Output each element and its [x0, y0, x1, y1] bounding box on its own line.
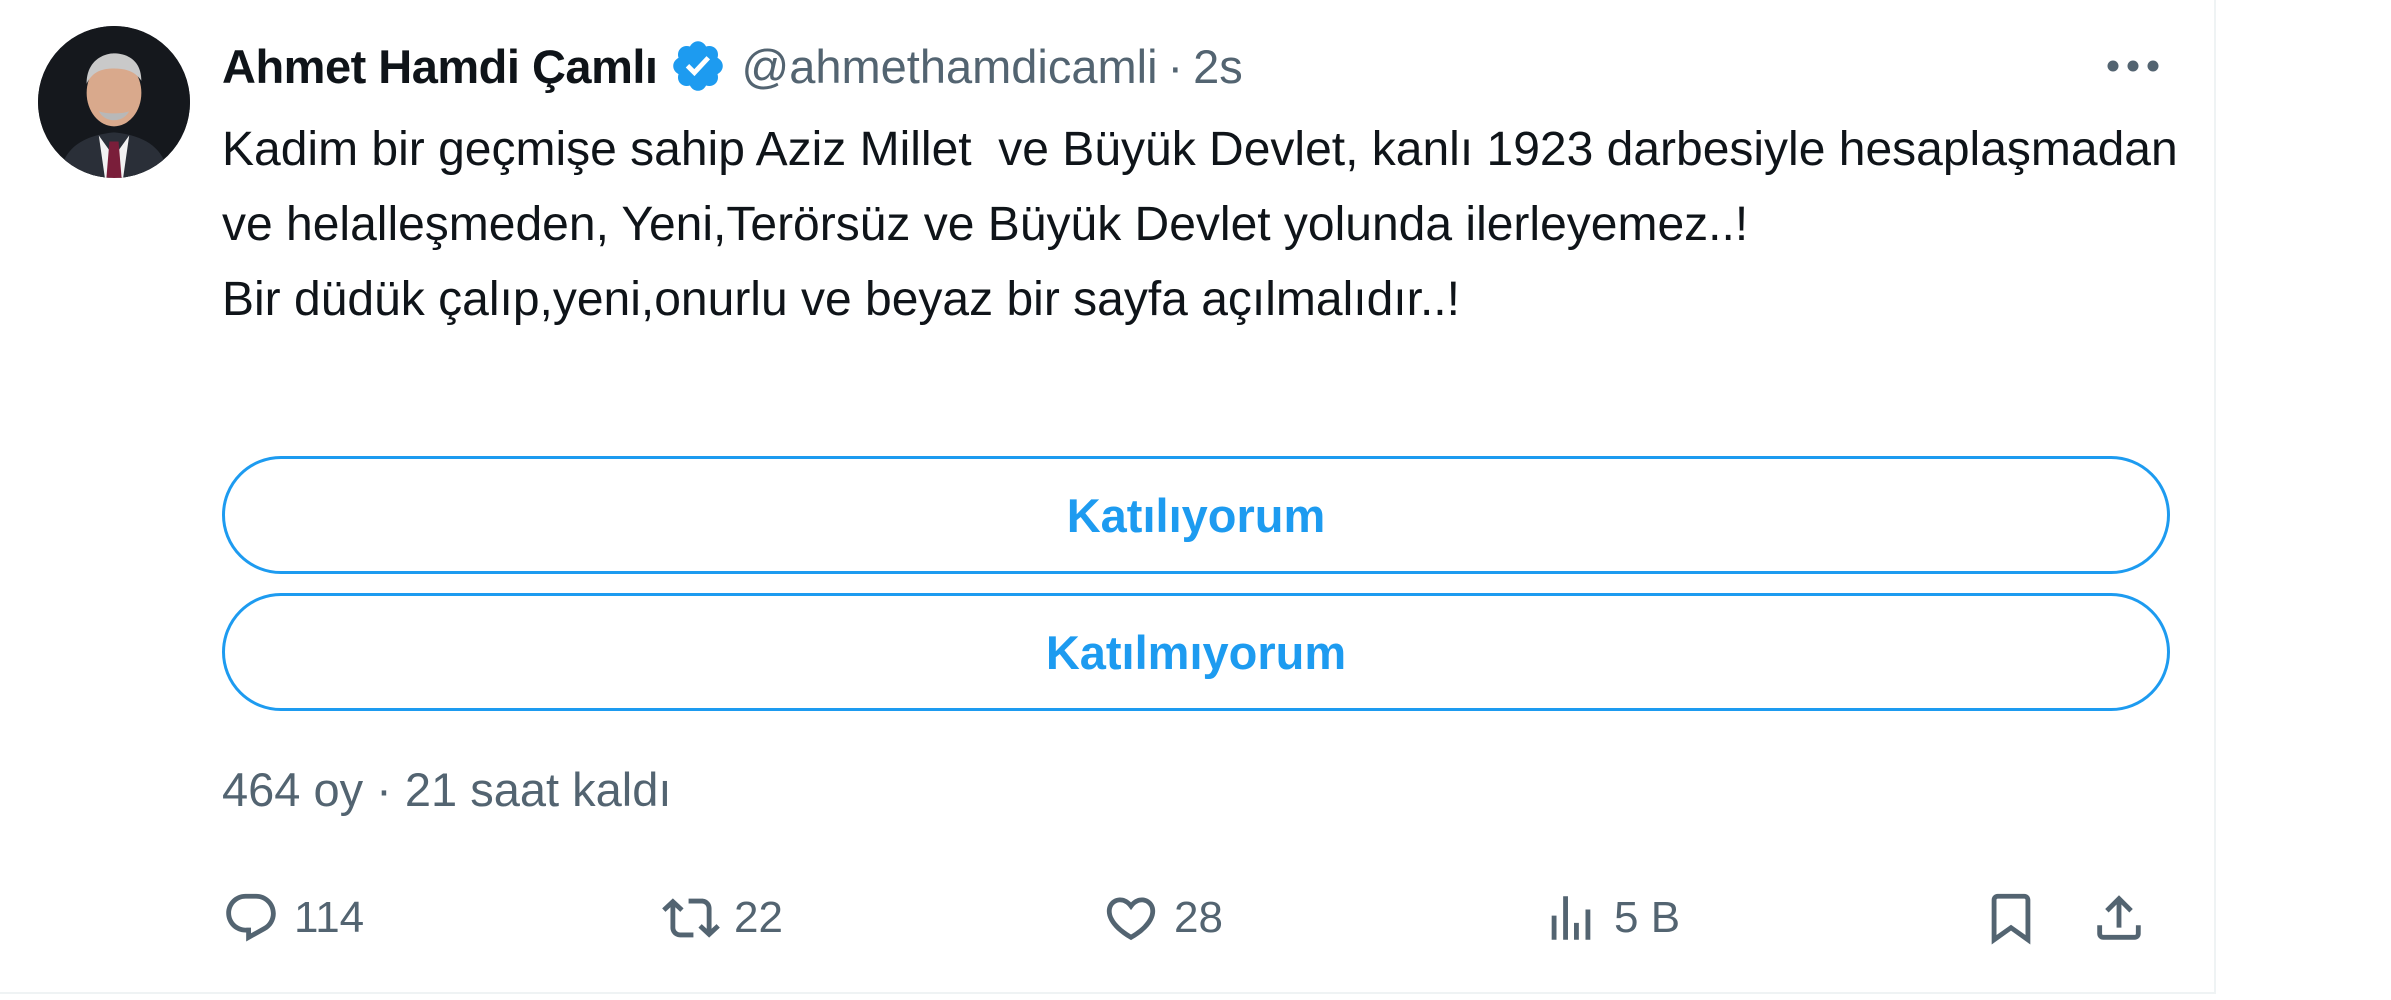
author-handle[interactable]: @ahmethamdicamli [741, 39, 1157, 94]
tweet-timestamp[interactable]: 2s [1193, 39, 1243, 94]
retweet-icon [662, 889, 720, 947]
avatar[interactable] [38, 26, 190, 178]
reply-count: 114 [294, 893, 365, 942]
views-chart-icon [1542, 889, 1600, 947]
reply-icon [222, 889, 280, 947]
like-button[interactable]: 28 [1102, 878, 1223, 958]
more-horizontal-icon[interactable] [2098, 38, 2168, 94]
retweet-count: 22 [734, 893, 783, 942]
tweet-header: Ahmet Hamdi Çamlı @ahmethamdicamli · 2s [222, 34, 1243, 98]
poll-meta: 464 oy · 21 saat kaldı [222, 763, 672, 816]
heart-icon [1102, 889, 1160, 947]
like-count: 28 [1174, 893, 1223, 942]
share-icon [2090, 889, 2148, 947]
tweet-actions: 114 22 28 5 B [222, 878, 2182, 958]
poll-option-disagree[interactable]: Katılmıyorum [222, 593, 2170, 711]
header-separator: · [1167, 39, 1184, 93]
views-count: 5 B [1614, 893, 1681, 942]
share-button[interactable] [2090, 878, 2148, 958]
author-display-name[interactable]: Ahmet Hamdi Çamlı [222, 39, 658, 94]
reply-button[interactable]: 114 [222, 878, 364, 958]
profile-photo-icon [38, 26, 190, 178]
right-gutter [2218, 0, 2391, 1000]
bookmark-button[interactable] [1982, 878, 2040, 958]
poll-option-agree[interactable]: Katılıyorum [222, 456, 2170, 574]
tweet-card[interactable]: Ahmet Hamdi Çamlı @ahmethamdicamli · 2s … [0, 0, 2216, 994]
verified-badge-icon [669, 37, 727, 95]
views-button[interactable]: 5 B [1542, 878, 1680, 958]
bookmark-icon [1982, 889, 2040, 947]
tweet-text: Kadim bir geçmişe sahip Aziz Millet ve B… [222, 123, 2178, 326]
retweet-button[interactable]: 22 [662, 878, 783, 958]
